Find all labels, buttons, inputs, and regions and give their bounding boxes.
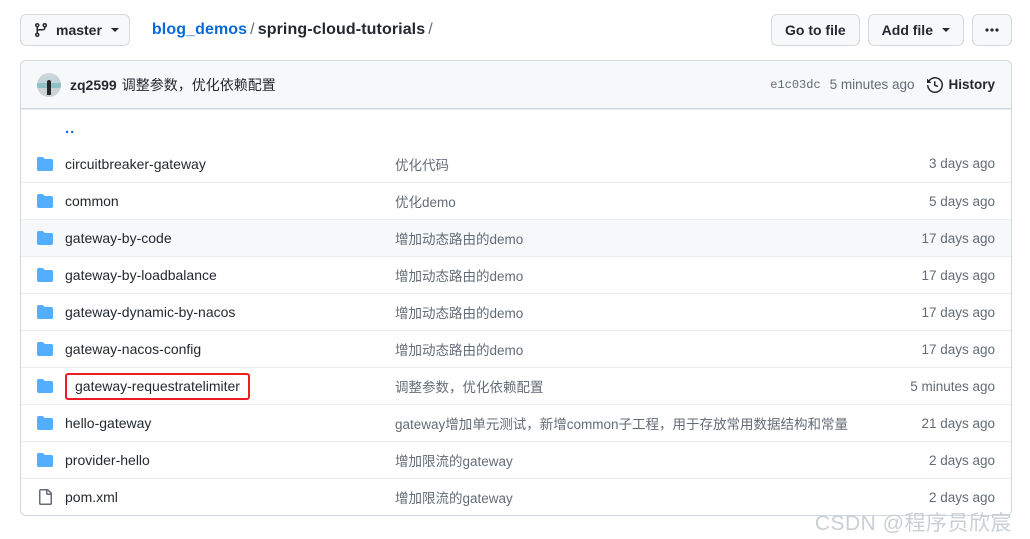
latest-commit-bar: zq2599 调整参数，优化依赖配置 e1c03dc 5 minutes ago… [21, 61, 1011, 109]
commit-message-cell[interactable]: 调整参数，优化依赖配置 [395, 376, 877, 396]
commit-time-cell: 17 days ago [877, 231, 995, 246]
table-row[interactable]: gateway-by-code 增加动态路由的demo17 days ago [21, 219, 1011, 256]
breadcrumb-separator-2: / [425, 21, 436, 38]
commit-message-cell[interactable]: 增加动态路由的demo [395, 265, 877, 285]
file-name-link[interactable]: gateway-by-code [65, 230, 172, 246]
folder-icon [37, 267, 65, 283]
commit-message-link[interactable]: 调整参数，优化依赖配置 [122, 75, 276, 95]
file-name-link[interactable]: gateway-nacos-config [65, 341, 201, 357]
branch-name-label: master [56, 23, 102, 37]
folder-icon [37, 193, 65, 209]
file-name-cell: gateway-nacos-config [65, 341, 395, 357]
chevron-down-icon [111, 28, 119, 32]
breadcrumb-separator-1: / [247, 21, 258, 38]
kebab-horizontal-icon [983, 22, 1001, 38]
folder-icon [37, 230, 65, 246]
commit-sha[interactable]: e1c03dc [770, 78, 820, 92]
commit-message-cell[interactable]: 增加限流的gateway [395, 487, 877, 507]
folder-icon [37, 452, 65, 468]
parent-directory-link[interactable]: .. [65, 120, 75, 136]
history-label: History [948, 77, 995, 92]
file-name-link[interactable]: circuitbreaker-gateway [65, 156, 206, 172]
breadcrumb: blog_demos/spring-cloud-tutorials/ [152, 21, 436, 39]
commit-time-cell: 17 days ago [877, 342, 995, 357]
commit-time-cell: 2 days ago [877, 453, 995, 468]
more-options-button[interactable] [972, 14, 1012, 46]
history-link[interactable]: History [927, 77, 995, 93]
avatar-figure [47, 80, 51, 95]
file-name-link[interactable]: gateway-dynamic-by-nacos [65, 304, 235, 320]
commit-relative-time: 5 minutes ago [830, 77, 915, 92]
toolbar-actions: Go to file Add file [771, 14, 1012, 46]
parent-dir-name-cell: .. [65, 120, 395, 136]
file-name-cell: provider-hello [65, 452, 395, 468]
parent-directory-row[interactable]: .. [21, 109, 1011, 145]
commit-message-cell[interactable]: 增加限流的gateway [395, 450, 877, 470]
folder-icon [37, 341, 65, 357]
table-row[interactable]: common 优化demo5 days ago [21, 182, 1011, 219]
commit-message-cell[interactable]: 增加动态路由的demo [395, 228, 877, 248]
file-browser: zq2599 调整参数，优化依赖配置 e1c03dc 5 minutes ago… [20, 60, 1012, 516]
chevron-down-icon [942, 28, 950, 32]
file-icon [37, 489, 65, 505]
table-row[interactable]: gateway-by-loadbalance 增加动态路由的demo17 days… [21, 256, 1011, 293]
file-rows: circuitbreaker-gateway 优化代码3 days ago comm… [21, 145, 1011, 515]
commit-time-cell: 5 minutes ago [877, 379, 995, 394]
commit-message-cell[interactable]: 增加动态路由的demo [395, 339, 877, 359]
go-to-file-button[interactable]: Go to file [771, 14, 860, 46]
file-name-cell: gateway-by-loadbalance [65, 267, 395, 283]
folder-icon [37, 378, 65, 394]
folder-icon [37, 304, 65, 320]
file-name-cell: gateway-requestratelimiter [65, 373, 395, 400]
commit-message-cell[interactable]: 优化代码 [395, 154, 877, 174]
commit-time-cell: 17 days ago [877, 305, 995, 320]
file-name-cell: gateway-by-code [65, 230, 395, 246]
table-row[interactable]: hello-gateway gateway增加单元测试，新增common子工程，用… [21, 404, 1011, 441]
branch-selector-button[interactable]: master [20, 14, 130, 46]
commit-message-cell[interactable]: gateway增加单元测试，新增common子工程，用于存放常用数据结构和常量 [395, 413, 877, 433]
commit-meta: e1c03dc 5 minutes ago History [770, 77, 995, 93]
table-row[interactable]: gateway-dynamic-by-nacos 增加动态路由的demo17 da… [21, 293, 1011, 330]
commit-time-cell: 5 days ago [877, 194, 995, 209]
file-name-link[interactable]: provider-hello [65, 452, 150, 468]
file-name-cell: hello-gateway [65, 415, 395, 431]
folder-icon [37, 415, 65, 431]
commit-message-cell[interactable]: 优化demo [395, 191, 877, 211]
commit-time-cell: 21 days ago [877, 416, 995, 431]
table-row[interactable]: gateway-nacos-config 增加动态路由的demo17 days a… [21, 330, 1011, 367]
commit-author-link[interactable]: zq2599 [70, 77, 117, 93]
table-row[interactable]: circuitbreaker-gateway 优化代码3 days ago [21, 145, 1011, 182]
history-clock-icon [927, 77, 943, 93]
commit-time-cell: 17 days ago [877, 268, 995, 283]
repo-toolbar: master blog_demos/spring-cloud-tutorials… [0, 0, 1030, 60]
table-row[interactable]: provider-hello 增加限流的gateway2 days ago [21, 441, 1011, 478]
file-name-cell: circuitbreaker-gateway [65, 156, 395, 172]
file-name-link[interactable]: gateway-by-loadbalance [65, 267, 217, 283]
commit-time-cell: 2 days ago [877, 490, 995, 505]
file-name-cell: pom.xml [65, 489, 395, 505]
file-name-link[interactable]: common [65, 193, 119, 209]
breadcrumb-current-repo: spring-cloud-tutorials [258, 21, 426, 38]
file-name-link[interactable]: gateway-requestratelimiter [75, 378, 240, 394]
add-file-label: Add file [882, 23, 933, 37]
breadcrumb-owner-link[interactable]: blog_demos [152, 21, 247, 38]
add-file-button[interactable]: Add file [868, 14, 964, 46]
avatar[interactable] [37, 73, 61, 97]
file-name-link[interactable]: pom.xml [65, 489, 118, 505]
commit-message-cell[interactable]: 增加动态路由的demo [395, 302, 877, 322]
file-name-cell: common [65, 193, 395, 209]
table-row[interactable]: gateway-requestratelimiter 调整参数，优化依赖配置5 m… [21, 367, 1011, 404]
commit-time-cell: 3 days ago [877, 156, 995, 171]
file-name-cell: gateway-dynamic-by-nacos [65, 304, 395, 320]
folder-icon [37, 156, 65, 172]
table-row[interactable]: pom.xml 增加限流的gateway2 days ago [21, 478, 1011, 515]
file-name-link[interactable]: hello-gateway [65, 415, 151, 431]
highlight-annotation-box: gateway-requestratelimiter [65, 373, 250, 400]
git-branch-icon [33, 22, 49, 38]
